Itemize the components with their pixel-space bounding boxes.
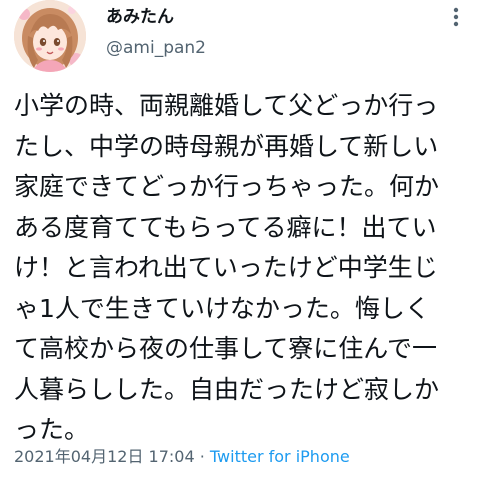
avatar[interactable]	[14, 0, 86, 72]
tweet-text-line: 人暮らしした。自由だったけど寂しか	[14, 374, 440, 404]
tweet-text-line: ゃ1人で生きていけなかった。悔しく	[14, 293, 430, 323]
meta-separator: ·	[194, 447, 210, 466]
tweet-text-line: ある度育ててもらってる癖に！出てい	[14, 212, 437, 242]
tweet-timestamp[interactable]: 2021年04月12日 17:04	[14, 447, 195, 466]
tweet-text: 小学の時、両親離婚して父どっか行っ たし、中学の時母親が再婚して新しい 家庭でき…	[14, 86, 476, 451]
tweet-text-line: たし、中学の時母親が再婚して新しい	[14, 131, 439, 161]
avatar-illustration	[14, 0, 86, 72]
tweet-text-line: て高校から夜の仕事して寮に住んで一	[14, 334, 438, 363]
more-vertical-icon[interactable]	[446, 6, 466, 28]
tweet-meta: 2021年04月12日 17:04 · Twitter for iPhone	[14, 446, 350, 468]
username[interactable]: @ami_pan2	[106, 37, 206, 59]
tweet-text-line: 家庭できてどっか行っちゃった。何か	[14, 172, 440, 201]
tweet-text-line: け！と言われ出ていったけど中学生じ	[14, 253, 438, 282]
tweet: あみたん @ami_pan2 小学の時、両親離婚して父どっか行っ たし、中学の時…	[0, 0, 480, 481]
tweet-text-line: 小学の時、両親離婚して父どっか行っ	[14, 91, 439, 120]
display-name[interactable]: あみたん	[106, 6, 174, 28]
tweet-text-line: った。	[14, 415, 90, 444]
tweet-source-link[interactable]: Twitter for iPhone	[210, 447, 350, 466]
